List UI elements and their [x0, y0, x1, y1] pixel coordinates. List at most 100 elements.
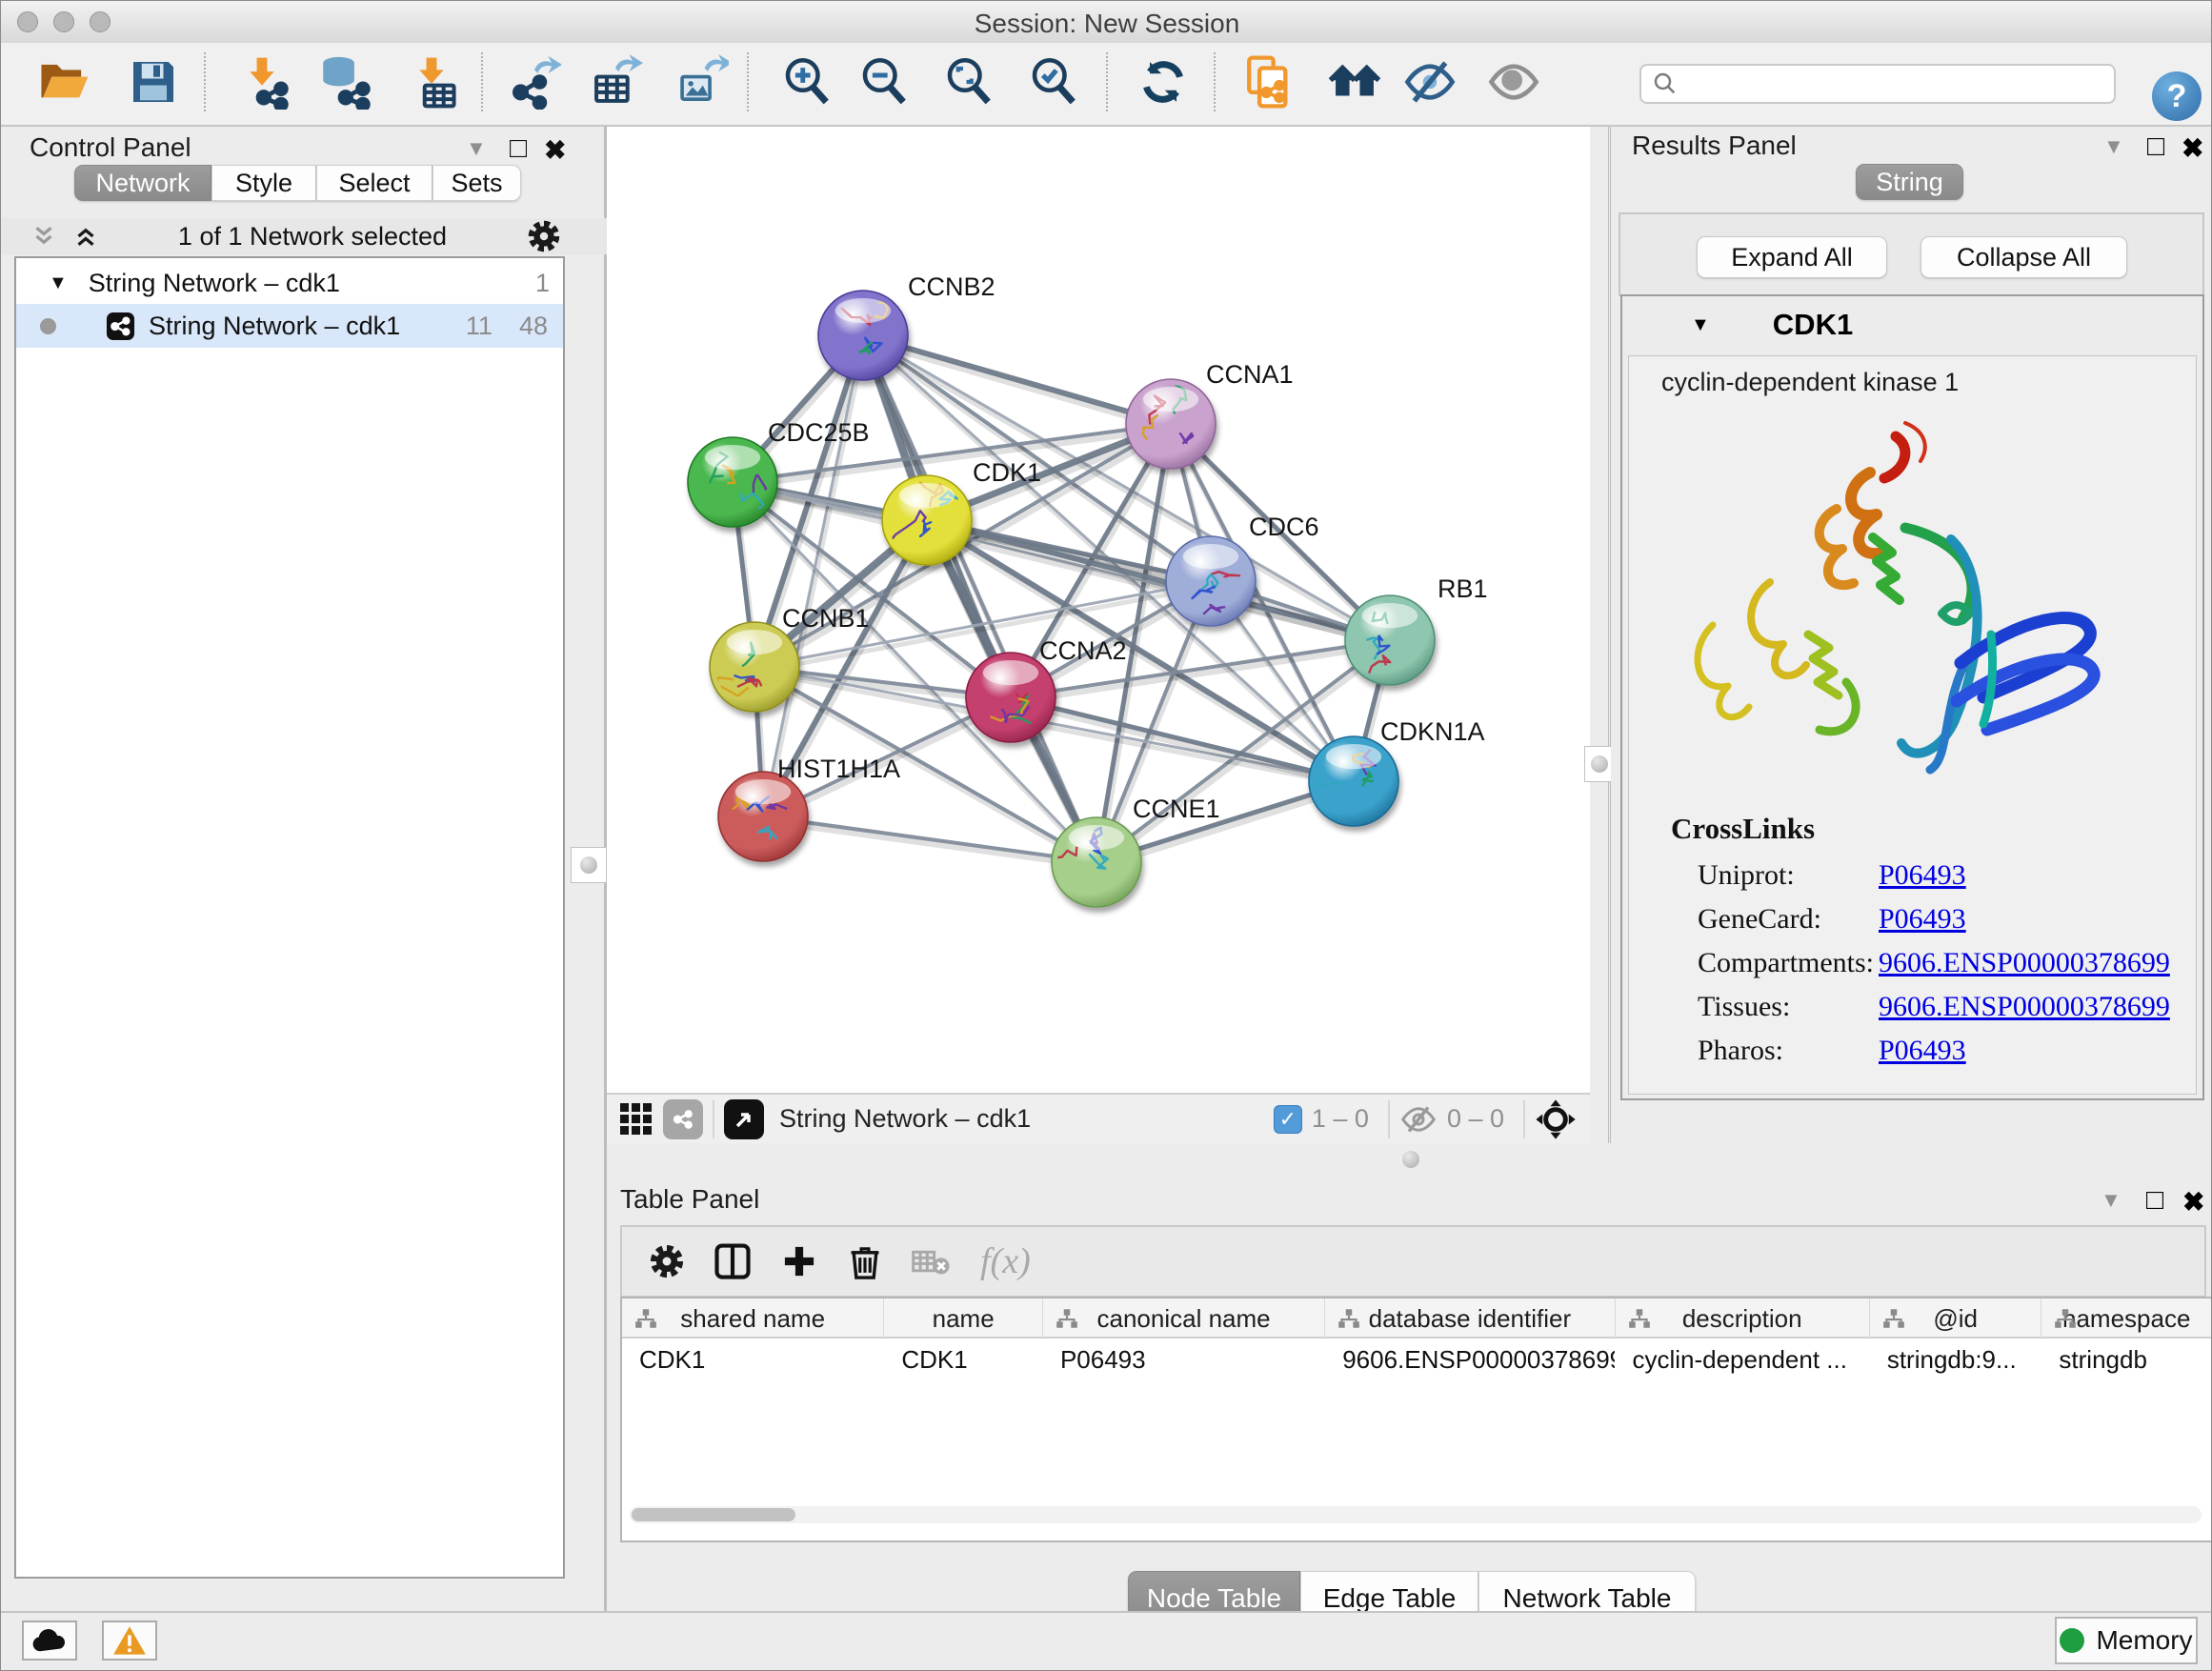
- horizontal-splitter[interactable]: [607, 1143, 2212, 1182]
- network-node-CCNA1[interactable]: CCNA1: [1126, 360, 1294, 469]
- tab-sets[interactable]: Sets: [432, 165, 521, 201]
- tab-string[interactable]: String: [1856, 164, 1963, 200]
- zoom-selected-button[interactable]: [1024, 51, 1085, 112]
- delete-columns-button[interactable]: [845, 1241, 885, 1281]
- column-header[interactable]: database identifier: [1325, 1299, 1615, 1339]
- crosshair-icon[interactable]: [1535, 1098, 1577, 1140]
- birds-eye-view-button[interactable]: [663, 1099, 703, 1139]
- collapse-all-icon[interactable]: [30, 222, 58, 251]
- compartments-link[interactable]: 9606.ENSP00000378699: [1879, 947, 2170, 979]
- pharos-link[interactable]: P06493: [1879, 1035, 1966, 1067]
- delete-table-button[interactable]: [910, 1240, 952, 1282]
- network-node-CCNB1[interactable]: CCNB1: [710, 604, 870, 712]
- grid-view-icon[interactable]: [620, 1103, 652, 1135]
- eye-icon: [1486, 54, 1541, 110]
- collapse-all-button[interactable]: Collapse All: [1920, 236, 2127, 278]
- maximize-panel-button[interactable]: □: [2146, 1184, 2163, 1217]
- network-node-CDKN1A[interactable]: CDKN1A: [1307, 717, 1485, 826]
- table-settings-button[interactable]: [647, 1241, 687, 1281]
- zoom-fit-button[interactable]: [939, 51, 1000, 112]
- expand-all-button[interactable]: Expand All: [1697, 236, 1887, 278]
- first-neighbors-button[interactable]: [1324, 51, 1385, 112]
- new-network-from-selection-button[interactable]: [1239, 51, 1300, 112]
- zoom-fit-icon: [943, 55, 996, 109]
- tab-select[interactable]: Select: [316, 165, 432, 201]
- open-session-button[interactable]: [33, 51, 94, 112]
- column-header[interactable]: namespace: [2041, 1299, 2211, 1339]
- warnings-button[interactable]: [102, 1621, 157, 1661]
- close-panel-button[interactable]: ✖: [2182, 1186, 2204, 1218]
- toolbar-separator: [1214, 52, 1216, 111]
- export-network-button[interactable]: [504, 51, 565, 112]
- search-field[interactable]: [1639, 64, 2116, 104]
- memory-button[interactable]: Memory: [2055, 1617, 2198, 1664]
- vertical-splitter[interactable]: [1590, 127, 1611, 1144]
- genecard-link[interactable]: P06493: [1879, 903, 1966, 936]
- application-window: Session: New Session: [0, 0, 2212, 1671]
- horizontal-scrollbar[interactable]: [630, 1506, 2202, 1523]
- export-table-button[interactable]: [585, 51, 646, 112]
- export-network-icon: [507, 54, 562, 110]
- cloud-status-button[interactable]: [22, 1621, 77, 1661]
- uniprot-link[interactable]: P06493: [1879, 859, 1966, 892]
- zoom-in-button[interactable]: [777, 51, 838, 112]
- splitter-handle[interactable]: [1402, 1151, 1419, 1168]
- network-collection-row[interactable]: ▼ String Network – cdk1 1: [16, 262, 563, 304]
- expand-all-icon[interactable]: [71, 222, 100, 251]
- column-header[interactable]: name: [884, 1299, 1043, 1339]
- network-row-selected[interactable]: String Network – cdk1 11 48: [16, 304, 563, 348]
- detach-view-button[interactable]: [724, 1099, 764, 1139]
- results-panel: Results Panel ▼ □ ✖ String Expand All Co…: [1611, 127, 2212, 1182]
- show-columns-button[interactable]: [712, 1240, 754, 1282]
- column-header[interactable]: shared name: [622, 1299, 884, 1339]
- network-canvas[interactable]: CCNB2CCNA1CDC25BCDK1CDC6RB1CCNB1CCNA2CDK…: [607, 127, 1590, 1093]
- tab-style[interactable]: Style: [211, 165, 316, 201]
- collapse-arrow-icon[interactable]: ▼: [49, 272, 68, 294]
- tab-network[interactable]: Network: [74, 165, 211, 201]
- network-node-HIST1H1A[interactable]: HIST1H1A: [718, 755, 900, 861]
- close-panel-button[interactable]: ✖: [2182, 132, 2203, 164]
- plus-icon: [778, 1240, 820, 1282]
- function-builder-button[interactable]: f(x): [980, 1240, 1031, 1282]
- table-row[interactable]: CDK1 CDK1 P06493 9606.ENSP00000378699 cy…: [622, 1339, 2211, 1380]
- hidden-eye-icon[interactable]: [1399, 1100, 1438, 1138]
- control-panel-title: Control Panel: [30, 132, 191, 163]
- refresh-view-button[interactable]: [1133, 51, 1194, 112]
- search-icon: [1651, 70, 1679, 98]
- create-column-button[interactable]: [778, 1240, 820, 1282]
- toolbar-separator: [713, 1100, 714, 1138]
- export-table-icon: [588, 54, 643, 110]
- hide-selection-button[interactable]: [1399, 51, 1460, 112]
- zoom-out-button[interactable]: [855, 51, 915, 112]
- crosslink-row: Uniprot: P06493: [1629, 859, 2196, 897]
- status-bar: Memory: [1, 1611, 2212, 1671]
- help-button[interactable]: ?: [2152, 71, 2202, 121]
- save-session-button[interactable]: [123, 51, 184, 112]
- import-table-from-file-button[interactable]: [401, 51, 462, 112]
- column-header[interactable]: description: [1616, 1299, 1870, 1339]
- import-network-from-file-button[interactable]: [231, 51, 292, 112]
- scrollbar-thumb[interactable]: [632, 1508, 795, 1521]
- node-label-CCNA2: CCNA2: [1039, 636, 1127, 665]
- import-network-from-database-button[interactable]: [313, 51, 374, 112]
- export-image-button[interactable]: [671, 51, 732, 112]
- panel-splitter-handle[interactable]: [571, 847, 607, 883]
- float-panel-button[interactable]: ▼: [2103, 134, 2124, 159]
- gear-icon[interactable]: [525, 217, 563, 255]
- network-label: String Network – cdk1: [149, 312, 400, 341]
- gene-entry-header[interactable]: ▼ CDK1: [1622, 296, 2202, 353]
- collapse-arrow-icon[interactable]: ▼: [1691, 314, 1710, 336]
- network-node-RB1[interactable]: RB1: [1345, 574, 1488, 685]
- tissues-link[interactable]: 9606.ENSP00000378699: [1879, 991, 2170, 1023]
- close-panel-button[interactable]: ✖: [544, 134, 566, 166]
- column-header[interactable]: @id: [1870, 1299, 2042, 1339]
- float-panel-button[interactable]: ▼: [466, 136, 487, 161]
- table-header-row: shared name name canonical name database…: [622, 1299, 2211, 1339]
- float-panel-button[interactable]: ▼: [2101, 1188, 2122, 1213]
- search-input[interactable]: [1679, 70, 2114, 99]
- selected-checkbox[interactable]: ✓: [1274, 1105, 1302, 1134]
- maximize-panel-button[interactable]: □: [2147, 131, 2164, 163]
- maximize-panel-button[interactable]: □: [510, 132, 527, 165]
- column-header[interactable]: canonical name: [1043, 1299, 1325, 1339]
- show-all-button[interactable]: [1483, 51, 1544, 112]
